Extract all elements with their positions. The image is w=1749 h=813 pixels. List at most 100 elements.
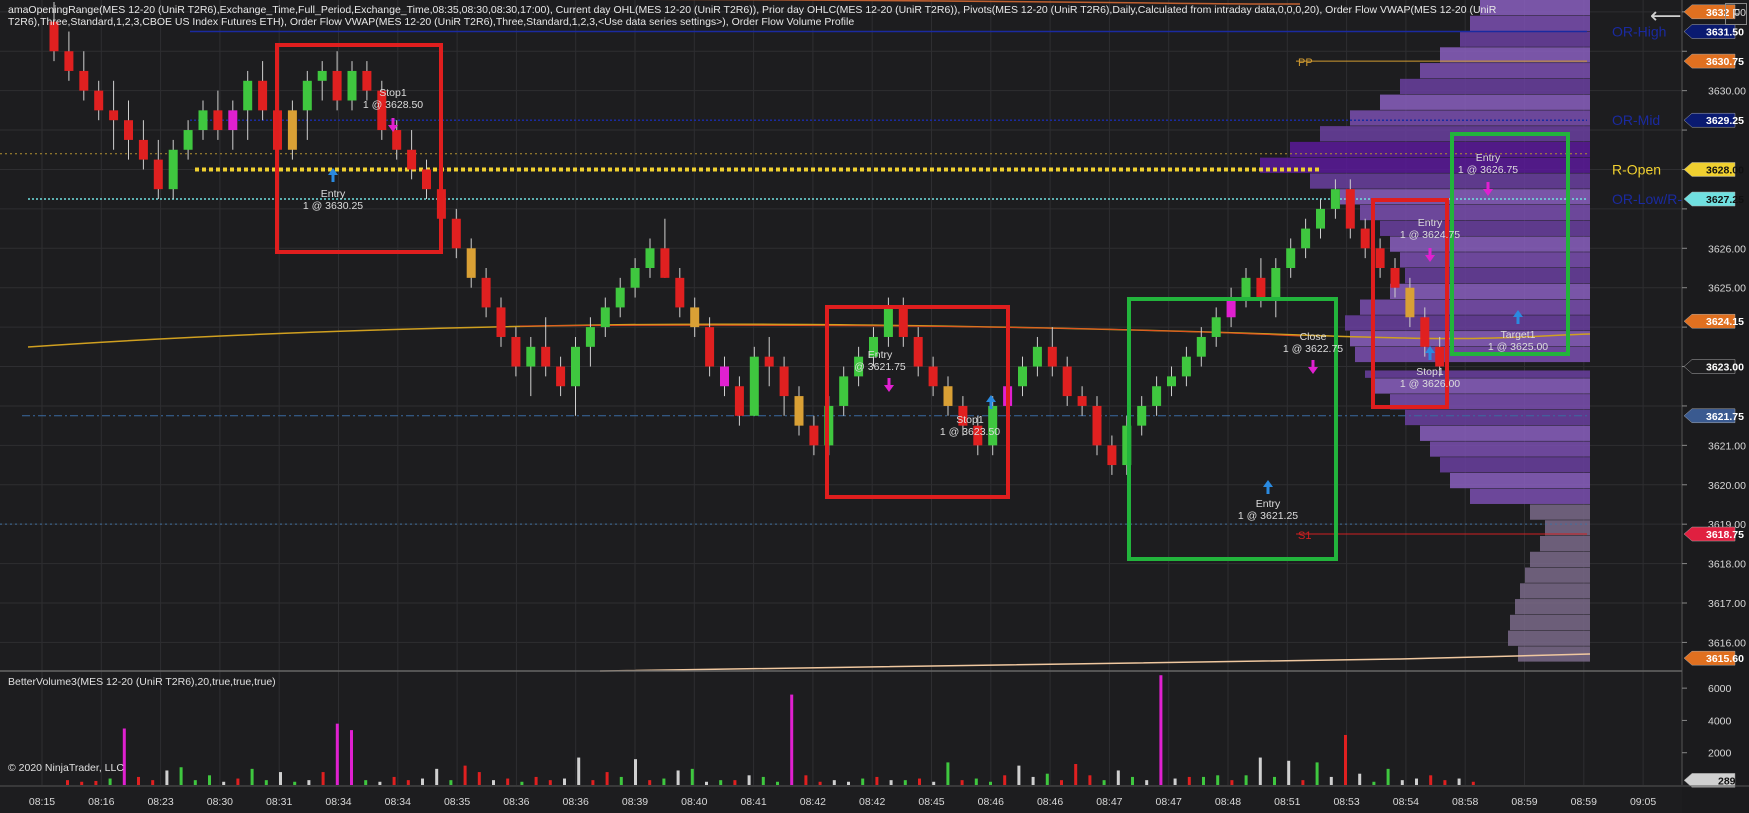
volume-bar — [1230, 780, 1234, 785]
volume-bar — [449, 780, 453, 785]
volume-bar — [1244, 775, 1248, 785]
volume-bar — [847, 781, 850, 785]
candle-body — [94, 90, 104, 111]
candle-body — [109, 110, 119, 121]
profile-bar — [1365, 370, 1590, 378]
volume-bar — [321, 772, 325, 785]
x-tick-label: 08:53 — [1333, 796, 1359, 808]
candle-body — [705, 327, 715, 367]
trade-annotation: Entry — [1476, 152, 1501, 164]
volume-bar — [690, 768, 694, 785]
candle-body — [124, 120, 133, 140]
volume-bar — [279, 772, 282, 785]
arrow-shaft — [1428, 248, 1432, 255]
volume-bar — [534, 776, 538, 785]
volume-bar — [1131, 776, 1134, 785]
profile-bar — [1420, 425, 1590, 441]
profile-bar — [1450, 472, 1590, 489]
candle-body — [481, 277, 491, 308]
volume-bar — [80, 781, 84, 785]
profile-bar — [1525, 567, 1590, 583]
y-tick-label: 3626.00 — [1708, 243, 1746, 255]
volume-bar — [264, 780, 268, 785]
y-tick-label: 3621.00 — [1708, 440, 1746, 452]
trading-chart[interactable]: OR-HighPPOR-MidR-OpenOR-Low/R-MidS1Stop1… — [0, 0, 1749, 813]
volume-bar — [1116, 770, 1120, 785]
price-flag-text: 3627.25 — [1706, 194, 1744, 206]
profile-bar — [1405, 409, 1590, 426]
profile-bar — [1345, 315, 1590, 331]
x-tick-label: 08:46 — [978, 796, 1004, 808]
volume-bar — [1287, 760, 1291, 785]
arrow-shaft — [331, 175, 335, 182]
profile-bar — [1420, 63, 1590, 79]
price-flag-text: 3621.75 — [1706, 411, 1744, 423]
profile-bar — [1510, 614, 1590, 631]
x-tick-label: 08:40 — [681, 796, 707, 808]
profile-bar — [1430, 441, 1590, 457]
profile-bar — [1360, 204, 1590, 221]
volume-bar — [378, 781, 382, 785]
volume-bar — [1187, 776, 1191, 785]
price-flag: 3621.75 — [1683, 408, 1744, 424]
candle-body — [466, 248, 476, 278]
back-arrow-icon[interactable]: ⟵ — [1650, 6, 1682, 28]
y-tick-label: 3630.00 — [1708, 86, 1746, 98]
volume-bar — [719, 780, 723, 785]
volume-bar — [733, 780, 737, 785]
volume-bar — [875, 776, 879, 785]
price-flag-text: 3630.75 — [1706, 56, 1744, 68]
volume-bar — [1031, 776, 1035, 785]
candle-body — [1152, 386, 1162, 406]
volume-bar — [804, 775, 808, 785]
volume-bar — [151, 780, 155, 785]
y-tick-label: 3616.00 — [1708, 637, 1746, 649]
volume-bar — [392, 776, 396, 785]
volume-bar — [1045, 773, 1049, 785]
candle-body — [79, 70, 89, 91]
candle-body — [913, 336, 923, 367]
candle-body — [213, 110, 223, 131]
volume-bar — [861, 778, 865, 785]
trade-annotation: Close — [1300, 331, 1327, 343]
candle-body — [585, 327, 595, 347]
profile-bar — [1545, 520, 1590, 536]
volume-bar — [648, 780, 652, 785]
volume-bar — [406, 780, 410, 785]
arrow-shaft — [887, 378, 891, 385]
candle-body — [138, 139, 148, 160]
candle-body — [1256, 277, 1266, 298]
profile-bar — [1390, 283, 1590, 300]
x-tick-label: 08:59 — [1571, 796, 1597, 808]
profile-bar — [1340, 189, 1590, 205]
volume-bar — [506, 778, 510, 785]
price-flag: 3618.75 — [1683, 526, 1744, 542]
y-tick-label: 3620.00 — [1708, 480, 1746, 492]
price-flag-text: 3623.00 — [1706, 362, 1744, 374]
volume-bar — [236, 778, 240, 785]
f-button[interactable]: F — [1725, 3, 1747, 25]
candle-body — [809, 425, 819, 446]
price-flag: 3615.60 — [1683, 650, 1744, 666]
arrow-shaft — [989, 402, 993, 409]
x-tick-label: 08:36 — [503, 796, 529, 808]
trade-annotation-price: 1 @ 3622.75 — [1283, 343, 1343, 355]
arrow-shaft — [1266, 487, 1270, 494]
profile-bar — [1405, 268, 1590, 284]
level-label: OR-Mid — [1612, 112, 1660, 128]
volume-bar — [421, 778, 424, 785]
price-flag: 3630.75 — [1683, 53, 1744, 69]
candle-body — [1435, 346, 1445, 367]
arrow-shaft — [1486, 182, 1490, 189]
volume-bar — [94, 780, 98, 785]
volume-panel-title: BetterVolume3(MES 12-20 (UniR T2R6),20,t… — [8, 676, 276, 688]
x-tick-label: 08:48 — [1215, 796, 1241, 808]
volume-bar — [364, 780, 368, 785]
volume-bar — [1159, 675, 1163, 785]
volume-bar — [520, 781, 524, 785]
candle-body — [734, 386, 744, 416]
candle-body — [183, 130, 193, 150]
x-tick-label: 08:58 — [1452, 796, 1478, 808]
volume-bar — [563, 778, 566, 785]
trade-annotation-price: @ 3621.75 — [854, 361, 906, 373]
